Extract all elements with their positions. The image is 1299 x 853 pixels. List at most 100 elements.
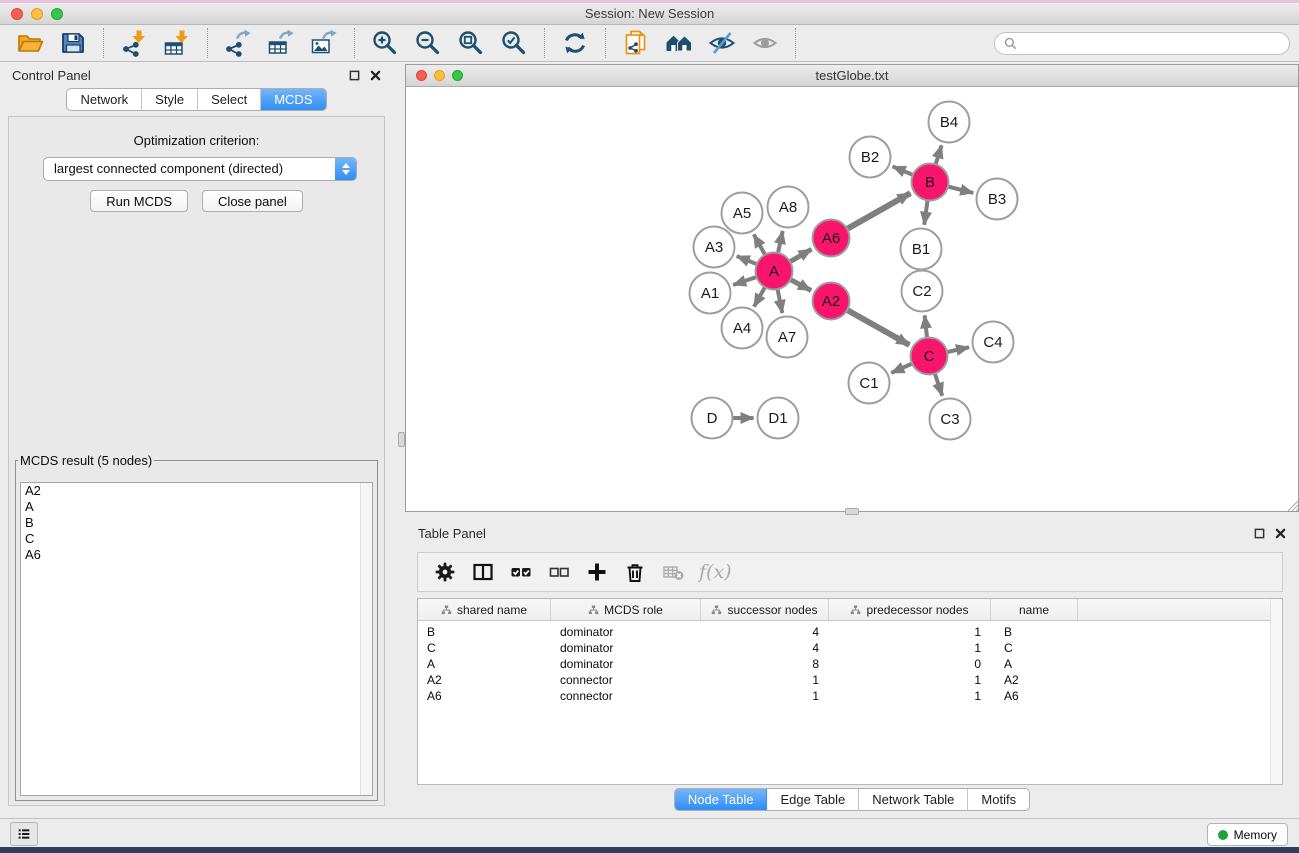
table-cell: A2 — [418, 673, 551, 687]
graph-node-A3[interactable] — [694, 227, 735, 268]
export-network-icon[interactable] — [224, 29, 252, 57]
graph-node-B1[interactable] — [901, 229, 942, 270]
tab-select[interactable]: Select — [198, 89, 261, 110]
close-window-button[interactable] — [11, 8, 23, 20]
window-resize-grip[interactable] — [1285, 498, 1298, 511]
table-row[interactable]: Cdominator41C — [418, 640, 1282, 656]
import-network-icon[interactable] — [120, 29, 148, 57]
run-mcds-button[interactable]: Run MCDS — [90, 190, 188, 212]
graph-node-A4[interactable] — [722, 308, 763, 349]
close-panel-icon[interactable] — [370, 70, 381, 81]
network-graph[interactable]: B4B2BB3A8A5A6A3B1AC2A1A2A4A7C4CC1C3DD1 — [407, 87, 1297, 510]
graph-node-C1[interactable] — [849, 363, 890, 404]
tab-edge-table[interactable]: Edge Table — [767, 789, 859, 810]
memory-button[interactable]: Memory — [1207, 823, 1288, 846]
open-session-icon[interactable] — [16, 29, 44, 57]
mcds-result-item[interactable]: B — [21, 515, 372, 531]
network-zoom-button[interactable] — [452, 70, 463, 81]
mcds-result-list[interactable]: A2ABCA6 — [20, 482, 373, 796]
graph-node-B3[interactable] — [977, 179, 1018, 220]
save-session-icon[interactable] — [59, 29, 87, 57]
function-builder-icon[interactable]: f(x) — [699, 561, 732, 583]
close-panel-button[interactable]: Close panel — [202, 190, 303, 212]
control-panel-tabs: NetworkStyleSelectMCDS — [66, 88, 326, 111]
graph-node-A7[interactable] — [767, 317, 808, 358]
tab-network[interactable]: Network — [67, 89, 142, 110]
graph-node-B4[interactable] — [929, 102, 970, 143]
delete-column-icon[interactable] — [623, 560, 647, 584]
network-window-titlebar[interactable]: testGlobe.txt — [406, 65, 1298, 87]
minimize-window-button[interactable] — [31, 8, 43, 20]
zoom-out-icon[interactable] — [414, 29, 442, 57]
select-all-icon[interactable] — [509, 560, 533, 584]
network-canvas[interactable]: B4B2BB3A8A5A6A3B1AC2A1A2A4A7C4CC1C3DD1 — [407, 87, 1297, 510]
task-history-button[interactable] — [10, 822, 38, 846]
network-minimize-button[interactable] — [434, 70, 445, 81]
tab-style[interactable]: Style — [142, 89, 198, 110]
zoom-window-button[interactable] — [51, 8, 63, 20]
mcds-result-item[interactable]: A6 — [21, 547, 372, 563]
column-header-label: MCDS role — [604, 603, 663, 617]
graph-node-B[interactable] — [912, 164, 949, 201]
column-header-predecessor-nodes[interactable]: predecessor nodes — [829, 599, 991, 620]
table-cell: 1 — [829, 689, 991, 703]
graph-node-C4[interactable] — [973, 322, 1014, 363]
tab-node-table[interactable]: Node Table — [675, 789, 768, 810]
column-header-successor-nodes[interactable]: successor nodes — [701, 599, 829, 620]
splitter-handle-horizontal[interactable] — [845, 508, 859, 515]
export-table-icon[interactable] — [267, 29, 295, 57]
graph-node-A[interactable] — [756, 253, 793, 290]
mcds-result-item[interactable]: A — [21, 499, 372, 515]
table-scrollbar[interactable] — [1270, 599, 1282, 784]
graph-node-A1[interactable] — [690, 273, 731, 314]
hide-eye-icon[interactable] — [708, 29, 736, 57]
duplicate-network-icon[interactable] — [622, 29, 650, 57]
table-row[interactable]: Bdominator41B — [418, 624, 1282, 640]
network-close-button[interactable] — [416, 70, 427, 81]
result-list-scrollbar[interactable] — [360, 483, 372, 795]
table-row[interactable]: A2connector11A2 — [418, 672, 1282, 688]
export-image-icon[interactable] — [310, 29, 338, 57]
application-window: Session: New Session Control Panel — [0, 0, 1299, 853]
search-input[interactable] — [1022, 35, 1280, 51]
import-table-icon[interactable] — [163, 29, 191, 57]
column-header-name[interactable]: name — [991, 599, 1078, 620]
graph-node-A5[interactable] — [722, 193, 763, 234]
zoom-fit-icon[interactable] — [457, 29, 485, 57]
graph-node-B2[interactable] — [850, 137, 891, 178]
zoom-in-icon[interactable] — [371, 29, 399, 57]
mcds-result-item[interactable]: A2 — [21, 483, 372, 499]
tree-icon — [711, 605, 722, 615]
home-view-icon[interactable] — [665, 29, 693, 57]
search-field[interactable] — [994, 32, 1290, 55]
graph-node-C[interactable] — [911, 338, 948, 375]
graph-node-A2[interactable] — [813, 283, 850, 320]
show-eye-icon[interactable] — [751, 29, 779, 57]
close-table-panel-icon[interactable] — [1275, 528, 1286, 539]
graph-node-A8[interactable] — [768, 187, 809, 228]
float-panel-icon[interactable] — [349, 70, 360, 81]
graph-node-C2[interactable] — [902, 271, 943, 312]
column-header-MCDS-role[interactable]: MCDS role — [551, 599, 701, 620]
refresh-network-icon[interactable] — [561, 29, 589, 57]
graph-node-A6[interactable] — [813, 220, 850, 257]
zoom-selected-icon[interactable] — [500, 29, 528, 57]
tab-network-table[interactable]: Network Table — [859, 789, 968, 810]
table-row[interactable]: Adominator80A — [418, 656, 1282, 672]
graph-node-D1[interactable] — [758, 398, 799, 439]
table-row[interactable]: A6connector11A6 — [418, 688, 1282, 704]
tab-motifs[interactable]: Motifs — [968, 789, 1029, 810]
column-header-shared-name[interactable]: shared name — [418, 599, 551, 620]
deselect-all-icon[interactable] — [547, 560, 571, 584]
toolbar-group — [606, 28, 796, 58]
table-settings-gear-icon[interactable] — [433, 560, 457, 584]
column-layout-icon[interactable] — [471, 560, 495, 584]
splitter-handle-vertical[interactable] — [398, 432, 405, 447]
mcds-result-item[interactable]: C — [21, 531, 372, 547]
graph-node-C3[interactable] — [930, 399, 971, 440]
tab-mcds[interactable]: MCDS — [261, 89, 325, 110]
graph-node-D[interactable] — [692, 398, 733, 439]
float-table-panel-icon[interactable] — [1254, 528, 1265, 539]
add-column-icon[interactable] — [585, 560, 609, 584]
optimization-criterion-dropdown[interactable]: largest connected component (directed) — [43, 157, 357, 181]
